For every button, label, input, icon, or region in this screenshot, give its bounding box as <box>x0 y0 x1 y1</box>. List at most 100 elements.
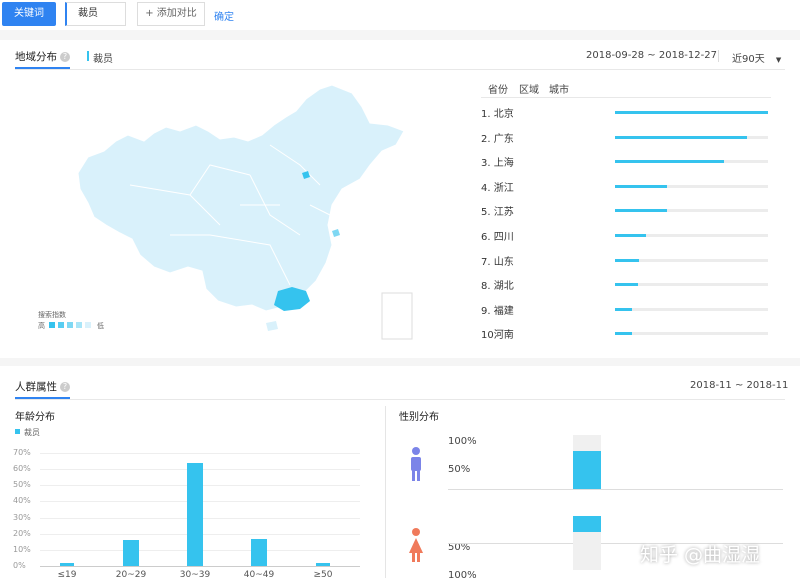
ranking-label: 9. 福建 <box>481 305 514 317</box>
x-category-label: ≥50 <box>313 570 333 580</box>
tab-province[interactable]: 省份 <box>488 81 508 96</box>
age-bar[interactable] <box>316 562 330 566</box>
guangdong-region <box>274 287 310 311</box>
ranking-bar-fill <box>615 283 638 287</box>
shanghai-region <box>332 229 340 237</box>
male-bar[interactable] <box>573 451 601 489</box>
ranking-row[interactable]: 2. 广东 <box>481 129 771 145</box>
region-panel: 地域分布? 裁员 2018-09-28 ~ 2018-12-27 近90天 ▼ … <box>0 40 800 358</box>
header-divider <box>15 69 785 70</box>
ranking-label: 5. 江苏 <box>481 207 514 219</box>
confirm-button[interactable]: 确定 <box>214 8 234 23</box>
legend-swatch-3 <box>67 322 73 328</box>
map-legend-high: 高 <box>38 322 45 330</box>
ranking-bar-fill <box>615 184 668 188</box>
age-bar[interactable] <box>187 462 203 566</box>
gender-axis-line <box>448 489 783 490</box>
date-range: 2018-09-28 ~ 2018-12-27 <box>586 50 717 61</box>
ranking-row[interactable]: 1. 北京 <box>481 104 771 120</box>
x-category-label: 20~29 <box>115 570 147 580</box>
age-bar[interactable] <box>123 540 139 566</box>
x-category-label: 40~49 <box>243 570 275 580</box>
ranking-bar-fill <box>615 209 668 213</box>
ranking-bar-fill <box>615 258 640 262</box>
ranking-label: 3. 上海 <box>481 158 514 170</box>
ranking-label: 8. 湖北 <box>481 281 514 293</box>
ranking-bar-fill <box>615 135 747 139</box>
age-bar[interactable] <box>60 562 74 566</box>
ranking-row[interactable]: 8. 湖北 <box>481 276 771 292</box>
ranking-bar-track <box>615 307 768 311</box>
ranking-bar-track <box>615 283 768 287</box>
ranking-bar-track <box>615 332 768 336</box>
map-legend-low: 低 <box>97 322 104 330</box>
ranking-label: 6. 四川 <box>481 232 514 243</box>
y-tick-label: 30% <box>13 512 31 522</box>
female-icon <box>409 528 423 562</box>
crowd-title: 人群属性 <box>15 381 57 393</box>
female-bar[interactable] <box>573 516 601 533</box>
region-tab[interactable]: 地域分布? <box>15 49 70 64</box>
watermark: 知乎 @曲湿湿 <box>640 544 761 566</box>
gridline <box>40 453 360 454</box>
ranking-bar-track <box>615 234 768 237</box>
region-title: 地域分布 <box>15 51 57 63</box>
ranking-row[interactable]: 4. 浙江 <box>481 178 771 194</box>
crowd-divider <box>15 399 785 400</box>
ranking-bar-track <box>615 209 768 213</box>
ranking-bar-track <box>615 258 768 262</box>
y-tick-label: 50% <box>13 480 31 490</box>
gender-title: 性别分布 <box>399 412 439 423</box>
ranking-bar-fill <box>615 234 646 237</box>
age-title: 年龄分布 <box>15 412 55 423</box>
ranking-bar-track <box>615 160 768 164</box>
y-tick-label: 10% <box>13 544 31 554</box>
ranking-row[interactable]: 7. 山东 <box>481 252 771 268</box>
legend-swatch-5 <box>85 322 91 328</box>
tab-city[interactable]: 城市 <box>549 81 569 96</box>
gender-tick-label: 100% <box>448 436 477 447</box>
ranking-row[interactable]: 10河南 <box>481 325 771 341</box>
ranking-label: 4. 浙江 <box>481 182 514 194</box>
gender-tick-label: 50% <box>448 464 471 475</box>
separator <box>718 50 719 62</box>
help-icon[interactable]: ? <box>60 52 70 62</box>
ranking-row[interactable]: 3. 上海 <box>481 153 771 169</box>
help-icon[interactable]: ? <box>60 382 70 392</box>
age-legend-swatch <box>15 429 20 434</box>
x-category-label: ≤19 <box>57 570 77 580</box>
age-bar[interactable] <box>251 538 267 566</box>
keyword-input[interactable]: 裁员 <box>65 2 126 26</box>
x-category-label: 30~39 <box>179 570 211 580</box>
gridline <box>40 566 360 567</box>
chart-separator <box>385 406 386 578</box>
ranking-bar-track <box>615 111 768 114</box>
ranking-bar-track <box>615 135 768 139</box>
map-legend-title: 搜索指数 <box>38 311 66 319</box>
legend-swatch-4 <box>76 322 82 328</box>
y-tick-label: 0% <box>13 561 26 570</box>
china-map <box>77 85 413 340</box>
series-legend: 裁员 <box>93 54 113 65</box>
ranking-row[interactable]: 9. 福建 <box>481 301 771 317</box>
period-select-label: 近90天 <box>732 54 765 65</box>
ranking-row[interactable]: 5. 江苏 <box>481 202 771 218</box>
add-compare-button[interactable]: + 添加对比 <box>137 2 205 26</box>
y-tick-label: 40% <box>13 496 31 506</box>
crowd-tab[interactable]: 人群属性? <box>15 379 70 394</box>
period-select[interactable]: 近90天 ▼ <box>732 50 781 65</box>
keyword-button[interactable]: 关键词 <box>2 2 56 26</box>
ranking-row[interactable]: 6. 四川 <box>481 227 771 243</box>
legend-swatch-2 <box>58 322 64 328</box>
ranking-label: 7. 山东 <box>481 256 514 268</box>
ranking-bar-fill <box>615 307 632 311</box>
china-mainland-shape <box>77 85 405 312</box>
tab-area[interactable]: 区域 <box>519 81 539 96</box>
hainan-island <box>266 321 278 331</box>
ranking-bar-track <box>615 184 768 188</box>
crowd-date-range: 2018-11 ~ 2018-11 <box>690 380 789 391</box>
dropdown-arrow-icon: ▼ <box>775 56 782 64</box>
south-china-sea-inset <box>381 292 413 340</box>
ranking-label: 10河南 <box>481 330 514 342</box>
y-tick-label: 70% <box>13 448 31 457</box>
